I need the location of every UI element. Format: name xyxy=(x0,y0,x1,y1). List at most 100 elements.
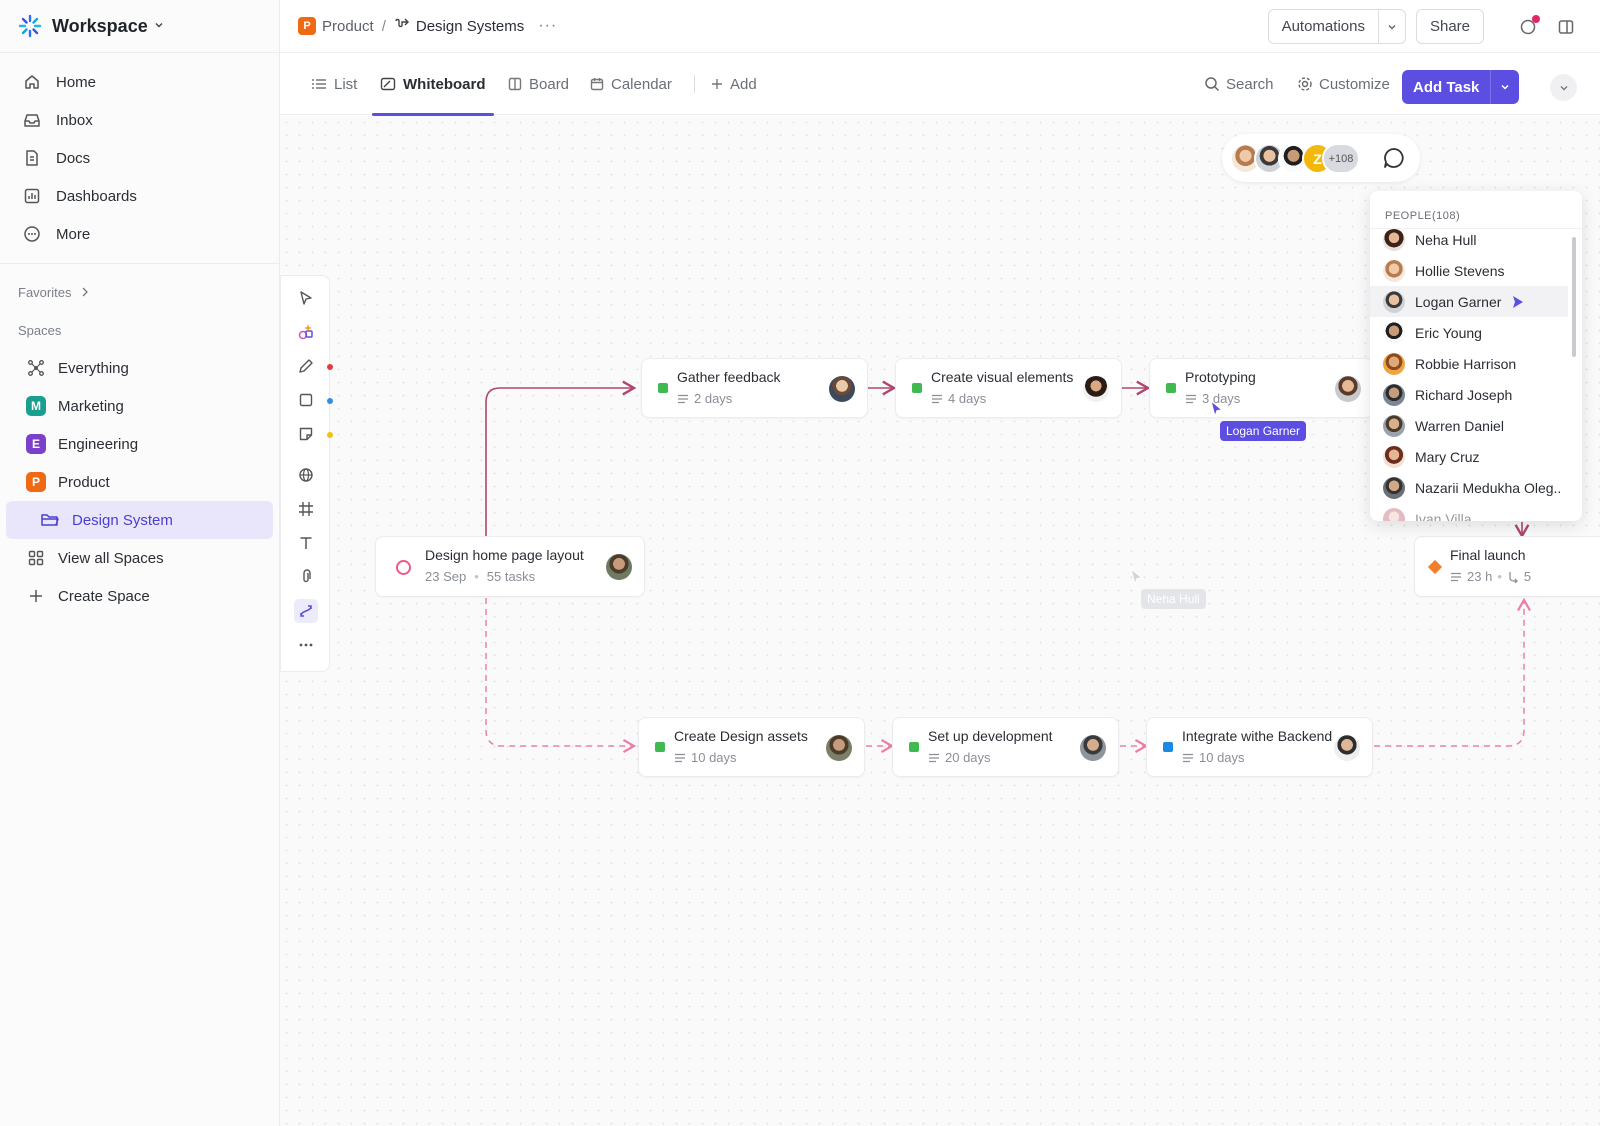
nav-label: More xyxy=(56,225,91,243)
embed-tool[interactable] xyxy=(294,463,318,487)
person-item[interactable]: Ivan Villa xyxy=(1370,503,1568,521)
tab-list[interactable]: List xyxy=(311,53,357,115)
task-title: Create visual elements xyxy=(931,369,1074,385)
grid-icon xyxy=(26,548,46,568)
board-icon xyxy=(508,77,522,91)
space-product[interactable]: P Product xyxy=(6,463,273,501)
task-card-create-visual-elements[interactable]: Create visual elements 4 days xyxy=(895,358,1122,418)
task-meta: 4 days xyxy=(931,391,986,406)
tab-board[interactable]: Board xyxy=(508,53,569,115)
task-meta: 23 Sep • 55 tasks xyxy=(425,569,535,584)
description-icon xyxy=(932,394,942,403)
assignee-avatar[interactable] xyxy=(606,554,632,580)
task-card-create-design-assets[interactable]: Create Design assets 10 days xyxy=(638,717,865,777)
chat-icon[interactable] xyxy=(1382,146,1406,170)
share-button[interactable]: Share xyxy=(1415,9,1484,44)
automations-button[interactable]: Automations xyxy=(1267,9,1379,44)
workspace-switcher[interactable]: Workspace xyxy=(0,0,279,53)
task-title: Create Design assets xyxy=(674,728,808,744)
status-square xyxy=(655,742,665,752)
meta-separator: • xyxy=(474,569,479,584)
whiteboard-link-icon xyxy=(394,17,410,36)
sidebar-toggle-button[interactable] xyxy=(1552,13,1580,41)
task-card-prototyping[interactable]: Prototyping 3 days xyxy=(1149,358,1374,418)
space-label: Engineering xyxy=(58,435,139,453)
space-marketing[interactable]: M Marketing xyxy=(6,387,273,425)
task-card-final-launch[interactable]: Final launch 23 h • 5 xyxy=(1414,536,1600,597)
person-item[interactable]: Warren Daniel xyxy=(1370,410,1568,441)
person-item[interactable]: Robbie Harrison xyxy=(1370,348,1568,379)
person-item[interactable]: Eric Young xyxy=(1370,317,1568,348)
frame-tool[interactable] xyxy=(294,497,318,521)
description-icon xyxy=(678,394,688,403)
people-scrollbar[interactable] xyxy=(1572,237,1576,357)
person-item[interactable]: Nazarii Medukha Oleg.. xyxy=(1370,472,1568,503)
task-duration: 2 days xyxy=(694,391,733,406)
more-tools-button[interactable] xyxy=(294,633,318,657)
status-square xyxy=(1166,383,1176,393)
sticky-note-tool[interactable] xyxy=(294,422,318,446)
task-card-gather-feedback[interactable]: Gather feedback 2 days xyxy=(641,358,868,418)
attach-tool[interactable] xyxy=(294,565,318,589)
add-task-dropdown-button[interactable] xyxy=(1490,70,1520,104)
person-name: Ivan Villa xyxy=(1415,510,1472,522)
view-all-spaces[interactable]: View all Spaces xyxy=(6,539,273,577)
assignee-avatar[interactable] xyxy=(1335,376,1361,402)
space-engineering[interactable]: E Engineering xyxy=(6,425,273,463)
add-task-split-button: Add Task xyxy=(1402,70,1520,104)
select-tool[interactable] xyxy=(294,286,318,310)
nav-item-home[interactable]: Home xyxy=(0,63,279,101)
notifications-button[interactable] xyxy=(1514,13,1542,41)
tab-whiteboard[interactable]: Whiteboard xyxy=(372,53,494,116)
breadcrumb-parent[interactable]: Product xyxy=(322,18,374,35)
task-meta: 20 days xyxy=(928,750,991,765)
connector-tool[interactable] xyxy=(294,599,318,623)
nav-item-docs[interactable]: Docs xyxy=(0,139,279,177)
logan-cursor-icon xyxy=(1210,400,1224,418)
add-task-button[interactable]: Add Task xyxy=(1402,70,1491,104)
add-view-button[interactable]: Add xyxy=(711,53,757,115)
home-icon xyxy=(22,72,42,92)
breadcrumb-more-button[interactable]: ··· xyxy=(538,17,557,35)
tab-calendar[interactable]: Calendar xyxy=(590,53,672,115)
task-meta: 10 days xyxy=(674,750,737,765)
search-button[interactable]: Search xyxy=(1204,53,1274,115)
breadcrumb-current[interactable]: Design Systems xyxy=(416,18,524,35)
space-design-system[interactable]: Design System xyxy=(6,501,273,539)
text-tool[interactable] xyxy=(294,531,318,555)
assignee-avatar[interactable] xyxy=(1080,735,1106,761)
nav-item-inbox[interactable]: Inbox xyxy=(0,101,279,139)
favorites-section[interactable]: Favorites xyxy=(0,273,279,311)
tab-label: Calendar xyxy=(611,75,672,93)
space-everything[interactable]: Everything xyxy=(6,349,273,387)
assignee-avatar[interactable] xyxy=(829,376,855,402)
collapse-toolbar-button[interactable] xyxy=(1550,74,1577,101)
assignee-avatar[interactable] xyxy=(1083,376,1109,402)
person-item-highlighted[interactable]: Logan Garner xyxy=(1370,286,1568,317)
automations-dropdown-button[interactable] xyxy=(1378,9,1406,44)
person-item[interactable]: Richard Joseph xyxy=(1370,379,1568,410)
connector-icon xyxy=(300,605,312,617)
person-item[interactable]: Hollie Stevens xyxy=(1370,255,1568,286)
task-card-set-up-development[interactable]: Set up development 20 days xyxy=(892,717,1119,777)
workspace-logo-icon xyxy=(18,14,42,38)
assignee-avatar[interactable] xyxy=(1334,735,1360,761)
person-item[interactable]: Neha Hull xyxy=(1370,224,1568,255)
person-item[interactable]: Mary Cruz xyxy=(1370,441,1568,472)
assignee-avatar[interactable] xyxy=(826,735,852,761)
person-name: Logan Garner xyxy=(1415,293,1502,310)
nav-item-more[interactable]: More xyxy=(0,215,279,253)
favorites-label: Favorites xyxy=(18,284,72,300)
customize-button[interactable]: Customize xyxy=(1297,53,1390,115)
create-space[interactable]: Create Space xyxy=(6,577,273,615)
pen-tool[interactable] xyxy=(294,354,318,378)
shape-tool[interactable] xyxy=(294,388,318,412)
plus-icon xyxy=(26,586,46,606)
nav-item-dashboards[interactable]: Dashboards xyxy=(0,177,279,215)
presence-more-count[interactable]: +108 xyxy=(1322,143,1360,174)
task-card-design-home-page-layout[interactable]: Design home page layout 23 Sep • 55 task… xyxy=(375,536,645,597)
ai-tool[interactable] xyxy=(294,320,318,344)
task-card-integrate-backend[interactable]: Integrate withe Backend 10 days xyxy=(1146,717,1373,777)
task-title: Design home page layout xyxy=(425,547,584,563)
frame-icon xyxy=(299,502,313,516)
